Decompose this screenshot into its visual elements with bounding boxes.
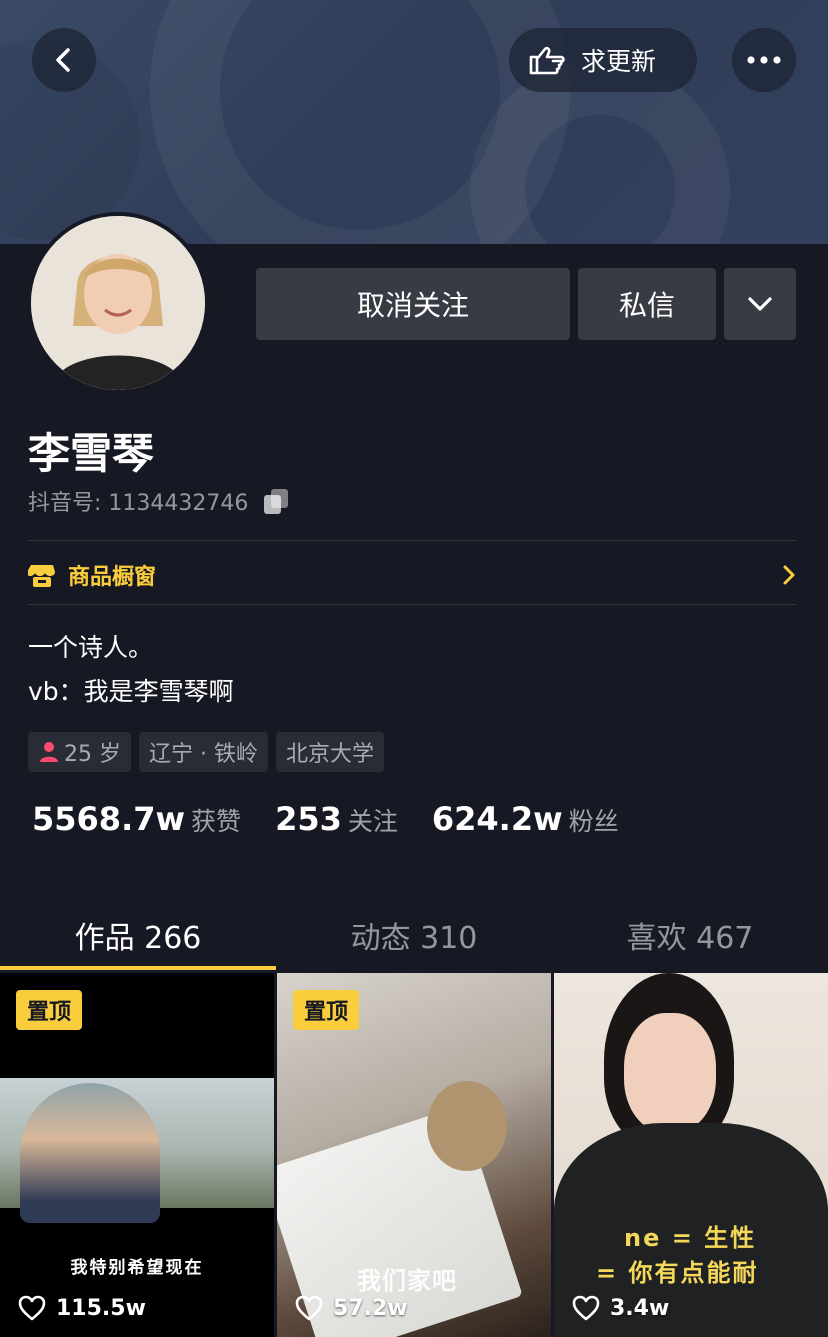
more-button[interactable]: [732, 28, 796, 92]
content-tabs: 作品 266 动态 310 喜欢 467: [0, 900, 828, 970]
pointing-hand-icon: [529, 46, 565, 75]
request-update-button[interactable]: 求更新: [509, 28, 697, 92]
shop-window-link[interactable]: 商品橱窗: [28, 556, 796, 594]
thumbnail-person-face: [624, 1013, 716, 1133]
location-tag: 辽宁 · 铁岭: [139, 732, 268, 772]
shop-window-label: 商品橱窗: [68, 565, 157, 590]
avatar[interactable]: [27, 212, 209, 394]
bio-line: vb：我是李雪琴啊: [28, 677, 234, 706]
likes-stat: 5568.7w 获赞: [32, 800, 241, 838]
recommend-dropdown-button[interactable]: [724, 268, 796, 340]
unfollow-button[interactable]: 取消关注: [256, 268, 570, 340]
chevron-down-icon: [748, 297, 772, 311]
fans-count: 624.2w: [431, 800, 563, 838]
avatar-image: [31, 216, 205, 390]
fans-stat[interactable]: 624.2w 粉丝: [432, 800, 619, 838]
pinned-badge: 置顶: [293, 990, 359, 1030]
likes-label: 获赞: [191, 807, 242, 836]
tab-likes[interactable]: 喜欢 467: [552, 900, 828, 970]
video-thumbnail[interactable]: 置顶 我特别希望现在 115.5w: [0, 973, 274, 1337]
ellipsis-icon: [747, 56, 781, 64]
divider: [28, 540, 796, 541]
likes-count: 5568.7w: [32, 800, 186, 838]
heart-icon: [572, 1295, 600, 1321]
request-update-label: 求更新: [581, 47, 657, 76]
video-grid: 置顶 我特别希望现在 115.5w 置顶 我们家吧 57.2w ne = 生性 …: [0, 973, 828, 1337]
bio-line: 一个诗人。: [28, 633, 154, 662]
bio: 一个诗人。 vb：我是李雪琴啊: [28, 626, 234, 714]
following-count: 253: [275, 800, 342, 838]
female-icon: [40, 742, 58, 762]
heart-icon: [18, 1295, 46, 1321]
video-likes-count: 115.5w: [56, 1295, 146, 1321]
back-button[interactable]: [32, 28, 96, 92]
school-tag: 北京大学: [275, 732, 384, 772]
thumbnail-person: [20, 1083, 160, 1223]
message-button[interactable]: 私信: [578, 268, 716, 340]
chevron-left-icon: [56, 48, 70, 72]
tab-moments[interactable]: 动态 310: [276, 900, 552, 970]
following-label: 关注: [347, 807, 398, 836]
video-likes-count: 57.2w: [333, 1295, 408, 1321]
video-caption: 我们家吧: [357, 1267, 457, 1295]
video-likes: 3.4w: [572, 1295, 669, 1321]
video-thumbnail[interactable]: 置顶 我们家吧 57.2w: [277, 973, 551, 1337]
video-likes: 57.2w: [295, 1295, 408, 1321]
fans-label: 粉丝: [568, 807, 619, 836]
heart-icon: [295, 1295, 323, 1321]
following-stat[interactable]: 253 关注: [275, 800, 398, 838]
chevron-right-icon: [783, 565, 795, 585]
video-thumbnail[interactable]: ne = 生性 = 你有点能耐 3.4w: [554, 973, 828, 1337]
video-caption: ne = 生性: [624, 1224, 757, 1252]
video-caption: 我特别希望现在: [70, 1258, 204, 1278]
profile-banner: [0, 0, 828, 244]
video-caption: = 你有点能耐: [596, 1259, 759, 1287]
video-likes-count: 3.4w: [610, 1295, 670, 1321]
thumbnail-person: [427, 1081, 507, 1171]
profile-stats: 5568.7w 获赞 253 关注 624.2w 粉丝: [32, 800, 619, 838]
divider: [28, 604, 796, 605]
pinned-badge: 置顶: [16, 990, 82, 1030]
douyin-id: 抖音号: 1134432746: [28, 485, 290, 517]
shop-icon: [28, 565, 55, 587]
douyin-id-text: 抖音号: 1134432746: [28, 491, 249, 516]
profile-name: 李雪琴: [28, 429, 155, 478]
tab-works[interactable]: 作品 266: [0, 900, 276, 970]
video-likes: 115.5w: [18, 1295, 146, 1321]
age-text: 25 岁: [64, 742, 121, 767]
copy-icon[interactable]: [262, 487, 290, 515]
profile-tags: 25 岁 辽宁 · 铁岭 北京大学: [28, 732, 384, 772]
age-tag: 25 岁: [28, 732, 131, 772]
